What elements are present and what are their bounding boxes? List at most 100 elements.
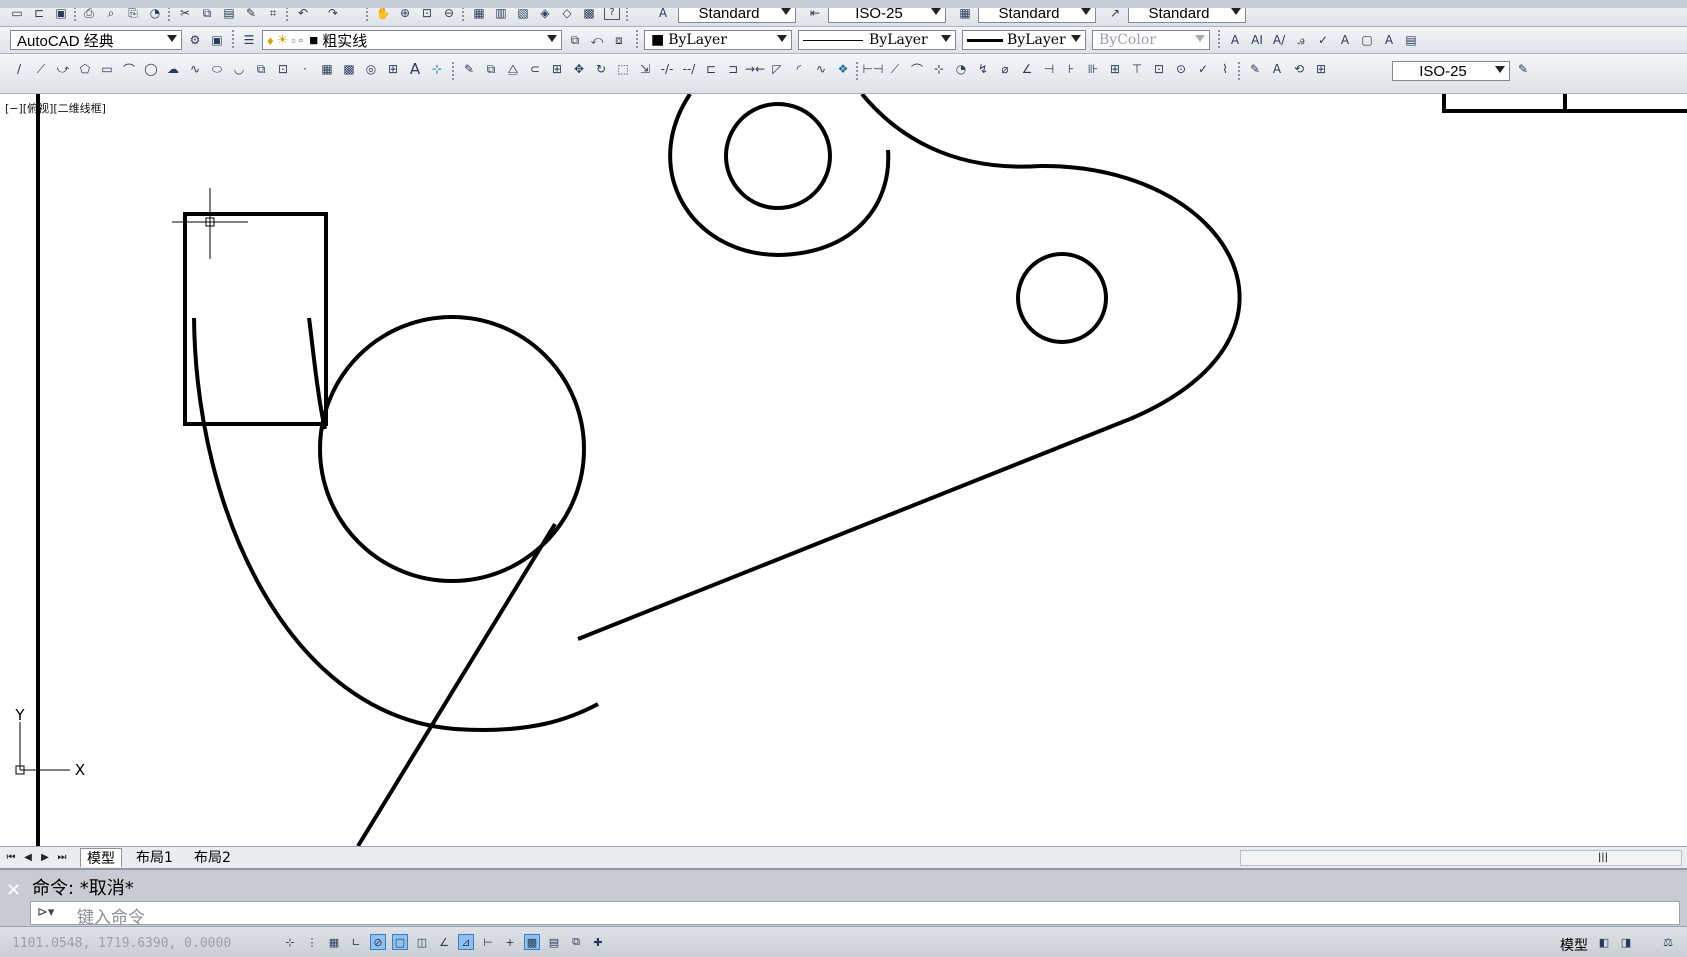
first-tab-icon[interactable]: ⏮ <box>5 850 17 864</box>
fillet-icon[interactable]: ◜ <box>790 60 808 78</box>
move-icon[interactable]: ✥ <box>570 60 588 78</box>
construction-line-icon[interactable]: ⟋ <box>32 60 50 78</box>
insert-block-icon[interactable]: ⧉ <box>252 60 270 78</box>
rotate-icon[interactable]: ↻ <box>592 60 610 78</box>
workspace-settings-icon[interactable]: ⚙ <box>186 31 204 49</box>
edit-text-icon[interactable]: A/ <box>1270 31 1288 49</box>
make-current-layer-icon[interactable]: ⧉ <box>566 31 584 49</box>
layer-select[interactable]: ♦ ☀ ▫ ▫ ■ 粗实线 <box>262 30 562 50</box>
command-input[interactable]: ⊳▾ 键入命令 <box>30 901 1680 928</box>
justify-text-icon[interactable]: A <box>1380 31 1398 49</box>
top-arc[interactable] <box>668 94 891 258</box>
array-icon[interactable]: ⊞ <box>548 60 566 78</box>
join-icon[interactable]: →← <box>745 60 765 78</box>
hook-inner-line[interactable] <box>307 317 327 430</box>
arc-length-dim-icon[interactable]: ⌒ <box>908 60 926 78</box>
tab-model[interactable]: 模型 <box>80 848 122 867</box>
dim-style-select-2[interactable]: ISO-25 <box>1392 61 1510 81</box>
stretch-icon[interactable]: ⇲ <box>636 60 654 78</box>
arc-icon[interactable]: ⌒ <box>120 60 138 78</box>
tab-layout1[interactable]: 布局1 <box>130 848 179 866</box>
copy-object-icon[interactable]: ⧉ <box>482 60 500 78</box>
continue-dim-icon[interactable]: ⊪ <box>1084 60 1102 78</box>
gradient-icon[interactable]: ▩ <box>340 60 358 78</box>
multiline-text-icon[interactable]: A <box>1226 31 1244 49</box>
mirror-icon[interactable]: ⧋ <box>504 60 522 78</box>
show-lineweight-icon[interactable]: + <box>502 934 518 950</box>
scale-text-icon[interactable]: ▢ <box>1358 31 1376 49</box>
grid-display-icon[interactable]: ▦ <box>326 934 342 950</box>
dim-edit-icon[interactable]: ✎ <box>1246 60 1264 78</box>
ordinate-dim-icon[interactable]: ⊹ <box>930 60 948 78</box>
line-icon[interactable]: / <box>10 60 28 78</box>
dynamic-input-icon[interactable]: ⊢ <box>480 934 496 950</box>
layer-previous-icon[interactable]: ⤺ <box>588 31 606 49</box>
plotstyle-select[interactable]: ByColor <box>1092 30 1210 50</box>
center-mark-icon[interactable]: ⊙ <box>1172 60 1190 78</box>
quick-view-drawings-icon[interactable]: ◨ <box>1618 934 1634 950</box>
snap-mode-icon[interactable]: ⋮ <box>304 934 320 950</box>
baseline-dim-icon[interactable]: ⊦ <box>1062 60 1080 78</box>
find-text-icon[interactable]: ꭿ <box>1292 31 1310 49</box>
aligned-dim-icon[interactable]: ⟋ <box>886 60 904 78</box>
next-tab-icon[interactable]: ▶ <box>39 850 51 864</box>
workspace-save-icon[interactable]: ▣ <box>208 31 226 49</box>
3d-object-snap-icon[interactable]: ◫ <box>414 934 430 950</box>
diameter-dim-icon[interactable]: ⌀ <box>996 60 1014 78</box>
region-icon[interactable]: ◎ <box>362 60 380 78</box>
table-icon[interactable]: ⊞ <box>384 60 402 78</box>
top-small-circle[interactable] <box>724 102 832 210</box>
offset-icon[interactable]: ⊂ <box>526 60 544 78</box>
ellipse-icon[interactable]: ⬭ <box>208 60 226 78</box>
close-icon[interactable]: ✕ <box>6 880 21 901</box>
color-select[interactable]: ■ ByLayer <box>644 30 792 50</box>
layer-states-icon[interactable]: ⧈ <box>610 31 628 49</box>
spell-check-icon[interactable]: ✓ <box>1314 31 1332 49</box>
dim-style-edit-icon[interactable]: ✎ <box>1514 60 1532 78</box>
tolerance-icon[interactable]: ⊡ <box>1150 60 1168 78</box>
arm-lower-edge[interactable] <box>577 417 1131 641</box>
workspace-select[interactable]: AutoCAD 经典 <box>10 30 182 50</box>
dim-update-icon[interactable]: ⟲ <box>1290 60 1308 78</box>
angular-dim-icon[interactable]: ∠ <box>1018 60 1036 78</box>
trim-icon[interactable]: -/- <box>658 60 676 78</box>
annotation-monitor-icon[interactable]: ✚ <box>590 934 606 950</box>
hatch-icon[interactable]: ▦ <box>318 60 336 78</box>
break-icon[interactable]: ⊐ <box>724 60 742 78</box>
dim-text-edit-icon[interactable]: A <box>1268 60 1286 78</box>
polygon-icon[interactable]: ⬠ <box>76 60 94 78</box>
make-block-icon[interactable]: ⊡ <box>274 60 292 78</box>
right-small-circle[interactable] <box>1016 252 1108 344</box>
scrollbar-grip-icon[interactable]: ||| <box>1593 851 1613 865</box>
layer-properties-icon[interactable]: ☰ <box>240 31 258 49</box>
rectangle-shape[interactable] <box>183 212 328 426</box>
erase-icon[interactable]: ✎ <box>460 60 478 78</box>
title-block[interactable] <box>1442 94 1687 113</box>
horizontal-scrollbar[interactable]: ||| <box>1240 850 1682 866</box>
transparency-icon[interactable]: ▩ <box>524 934 540 950</box>
linetype-select[interactable]: ByLayer <box>798 30 956 50</box>
break-at-point-icon[interactable]: ⊏ <box>702 60 720 78</box>
jogged-dim-icon[interactable]: ↯ <box>974 60 992 78</box>
convert-space-icon[interactable]: ▤ <box>1402 31 1420 49</box>
scale-icon[interactable]: ⬚ <box>614 60 632 78</box>
circle-icon[interactable]: ◯ <box>142 60 160 78</box>
infer-constraints-icon[interactable]: ⊹ <box>282 934 298 950</box>
point-icon[interactable]: · <box>296 60 314 78</box>
spline-icon[interactable]: ∿ <box>186 60 204 78</box>
polar-tracking-icon[interactable]: ⊘ <box>370 934 386 950</box>
ellipse-arc-icon[interactable]: ◡ <box>230 60 248 78</box>
inspect-icon[interactable]: ✓ <box>1194 60 1212 78</box>
tab-layout2[interactable]: 布局2 <box>188 848 237 866</box>
revision-cloud-icon[interactable]: ☁ <box>164 60 182 78</box>
coordinate-readout[interactable]: 1101.0548, 1719.6390, 0.0000 <box>12 936 231 951</box>
space-toggle[interactable]: 模型 <box>1560 935 1588 955</box>
explode-icon[interactable]: ❖ <box>834 60 852 78</box>
radius-dim-icon[interactable]: ◔ <box>952 60 970 78</box>
object-snap-icon[interactable]: ▢ <box>392 934 408 950</box>
text-style-manager-icon[interactable]: A <box>1336 31 1354 49</box>
prev-tab-icon[interactable]: ◀ <box>22 850 34 864</box>
chamfer-icon[interactable]: ◸ <box>768 60 786 78</box>
object-snap-tracking-icon[interactable]: ∠ <box>436 934 452 950</box>
tangent-line[interactable] <box>356 522 557 846</box>
